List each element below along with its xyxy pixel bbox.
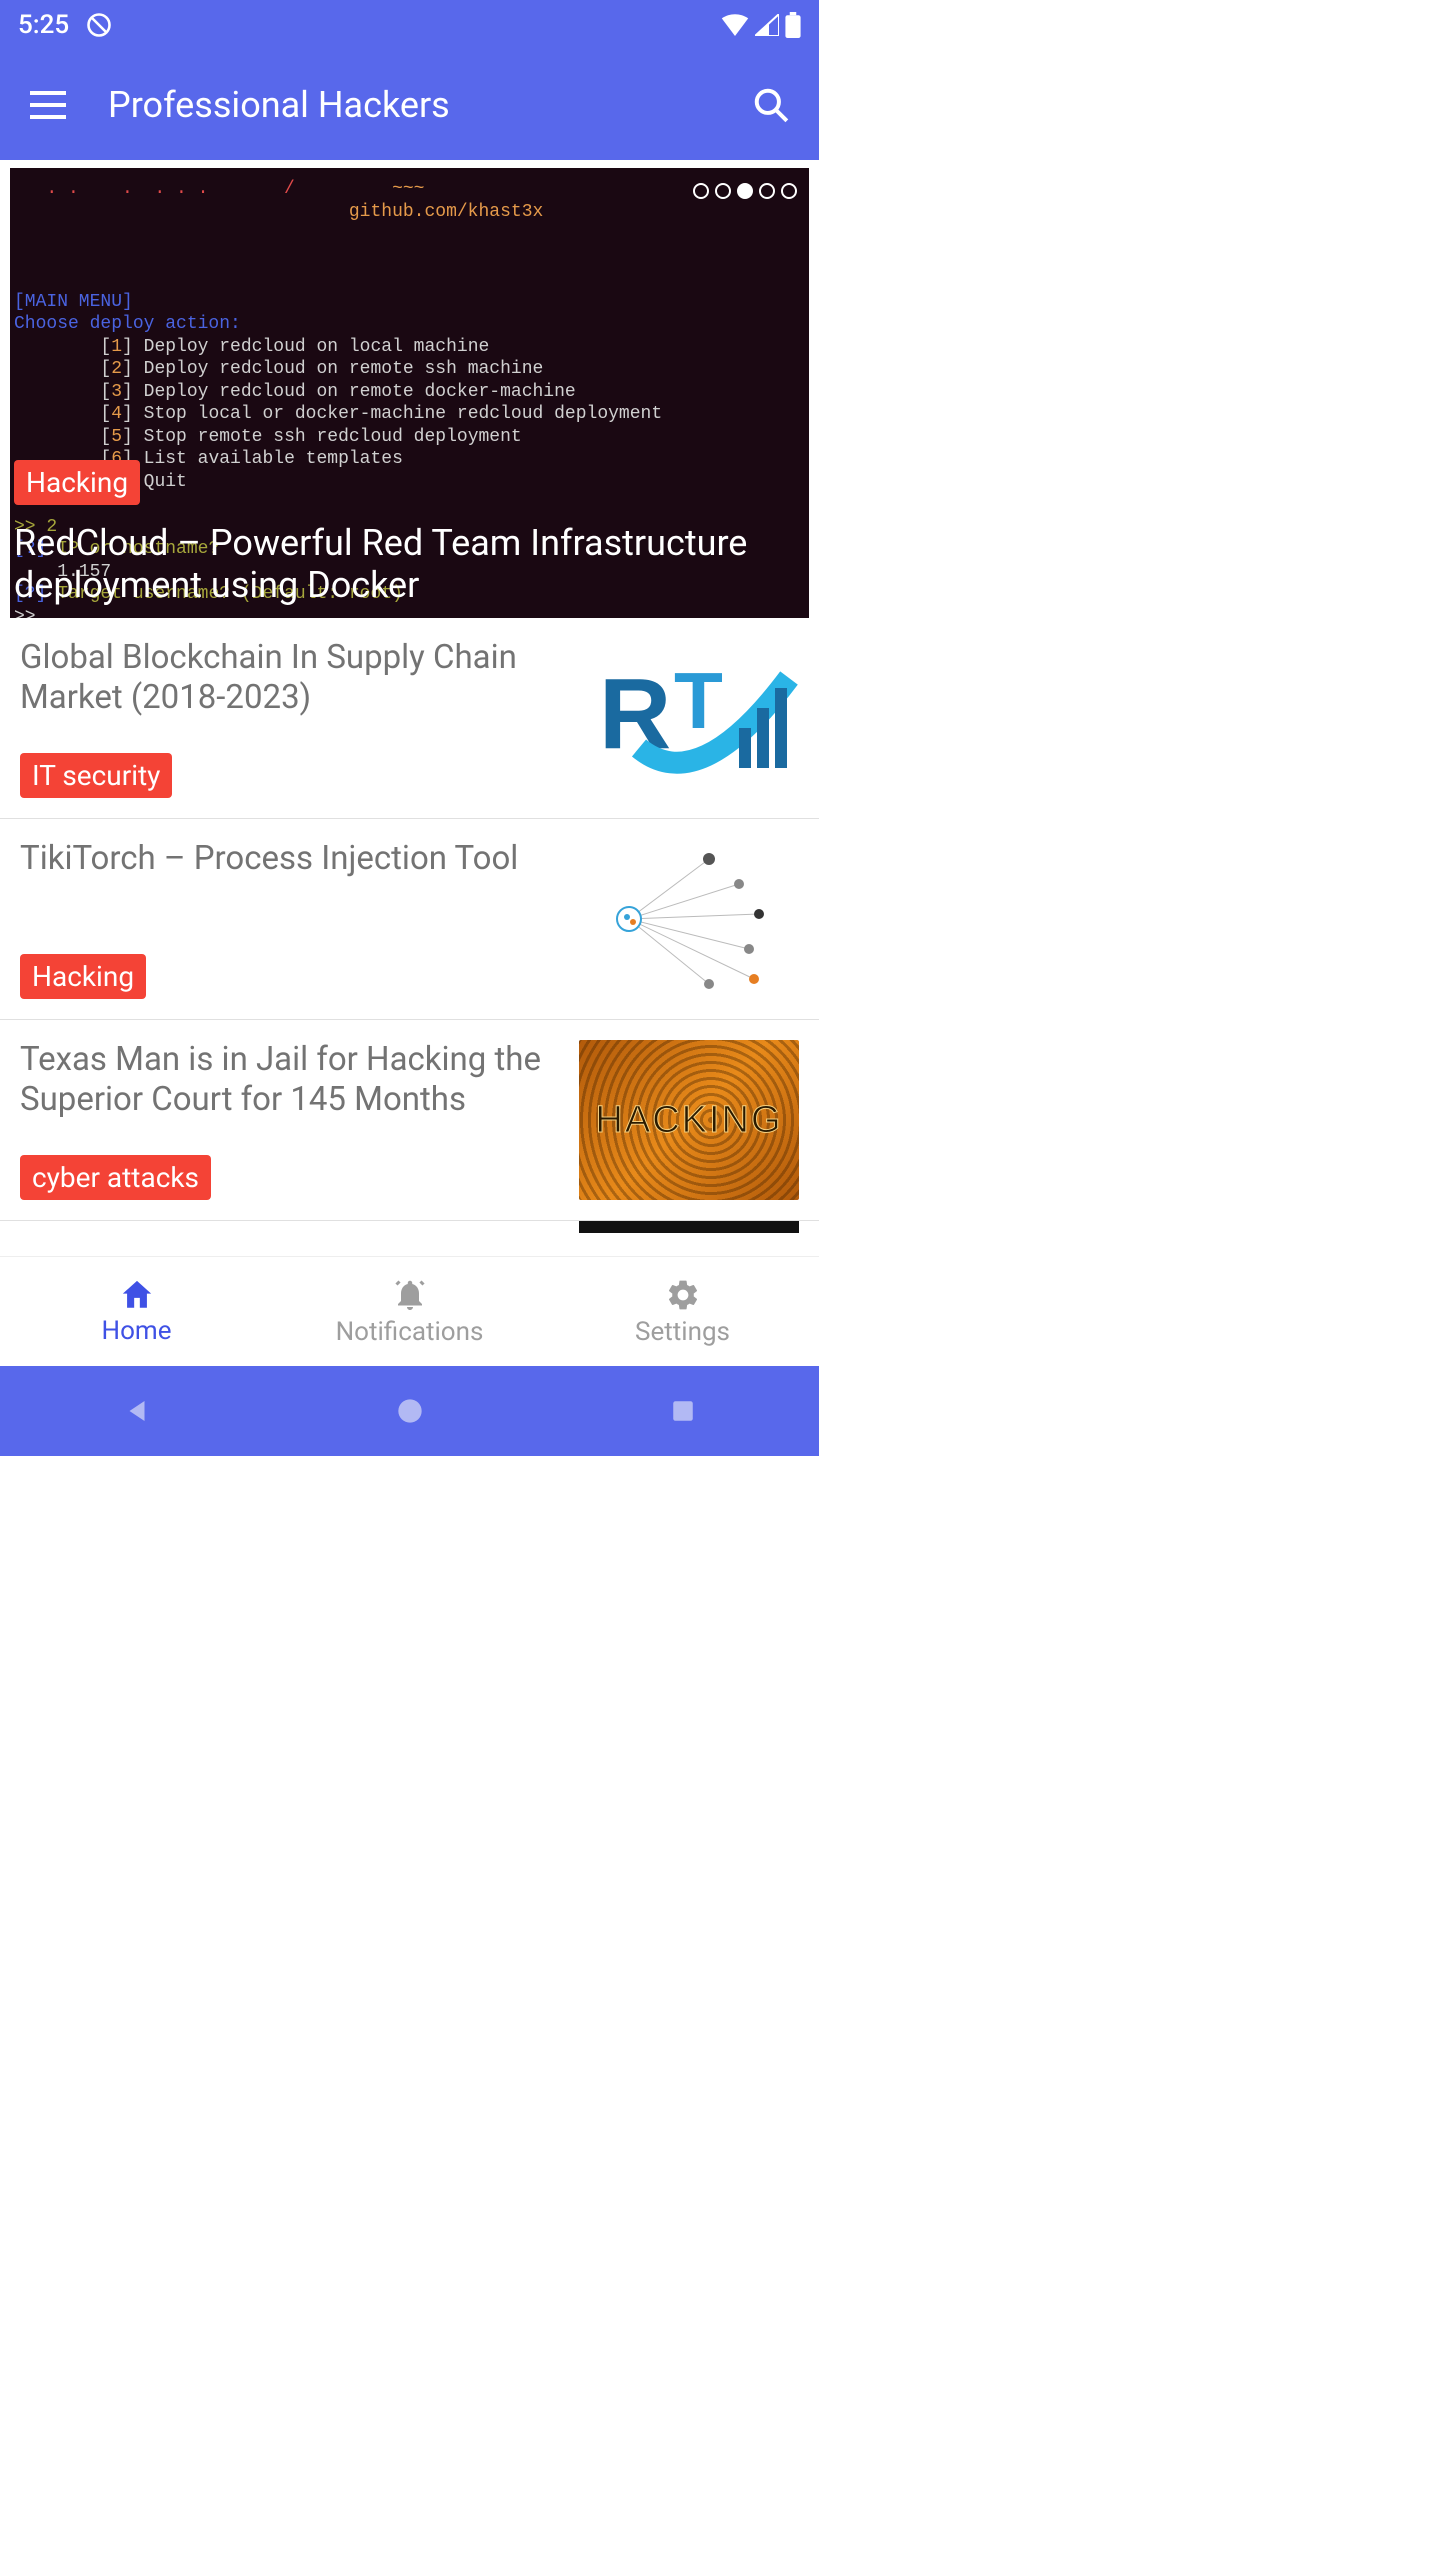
article-title: Texas Man is in Jail for Hacking the Sup… <box>20 1040 559 1119</box>
bell-icon <box>392 1277 428 1313</box>
tab-notifications[interactable]: Notifications <box>273 1257 546 1366</box>
tab-settings[interactable]: Settings <box>546 1257 819 1366</box>
article-thumbnail: R T <box>579 638 799 798</box>
system-navbar <box>0 1366 819 1456</box>
tab-home[interactable]: Home <box>0 1257 273 1366</box>
bottom-tabs: Home Notifications Settings <box>0 1256 819 1366</box>
article-title: Global Blockchain In Supply Chain Market… <box>20 638 559 717</box>
carousel-dot[interactable] <box>715 183 731 199</box>
article-item[interactable]: Texas Man is in Jail for Hacking the Sup… <box>0 1020 819 1221</box>
article-item[interactable]: TikiTorch – Process Injection Tool Hacki… <box>0 819 819 1020</box>
nav-recent[interactable] <box>653 1381 713 1441</box>
tab-label: Notifications <box>336 1317 484 1347</box>
category-tag[interactable]: cyber attacks <box>20 1155 211 1200</box>
carousel-indicators[interactable] <box>693 183 797 199</box>
home-icon <box>119 1278 155 1312</box>
featured-title: RedCloud – Powerful Red Team Infrastruct… <box>14 523 799 606</box>
search-button[interactable] <box>741 75 801 135</box>
carousel-dot[interactable] <box>693 183 709 199</box>
nav-back[interactable] <box>107 1381 167 1441</box>
battery-icon <box>785 12 801 38</box>
carousel-dot[interactable] <box>759 183 775 199</box>
tab-label: Home <box>102 1316 172 1346</box>
app-title: Professional Hackers <box>108 84 450 126</box>
square-icon <box>670 1398 696 1424</box>
status-bar: 5:25 <box>0 0 819 50</box>
menu-button[interactable] <box>18 75 78 135</box>
article-thumbnail <box>579 1221 799 1233</box>
nav-home[interactable] <box>380 1381 440 1441</box>
category-tag[interactable]: Hacking <box>14 460 140 505</box>
carousel-dot[interactable] <box>781 183 797 199</box>
gear-icon <box>665 1277 701 1313</box>
category-tag[interactable]: Hacking <box>20 954 146 999</box>
article-thumbnail: HACKING <box>579 1040 799 1200</box>
wifi-icon <box>721 14 749 36</box>
tab-label: Settings <box>635 1317 730 1347</box>
article-list: Global Blockchain In Supply Chain Market… <box>0 618 819 1256</box>
hamburger-icon <box>30 91 66 119</box>
featured-article[interactable]: . . . . . . / ~~~ github.com/khast3x [MA… <box>10 168 809 618</box>
carousel-dot[interactable] <box>737 183 753 199</box>
category-tag[interactable]: IT security <box>20 753 172 798</box>
article-thumbnail <box>579 839 799 999</box>
article-title: TikiTorch – Process Injection Tool <box>20 839 559 879</box>
signal-icon <box>755 14 779 36</box>
article-item[interactable]: Global Blockchain In Supply Chain Market… <box>0 618 819 819</box>
search-icon <box>752 86 790 124</box>
circle-icon <box>396 1397 424 1425</box>
status-time: 5:25 <box>18 10 69 40</box>
app-bar: Professional Hackers <box>0 50 819 160</box>
svg-text:T: T <box>674 656 723 745</box>
do-not-disturb-icon <box>85 11 113 39</box>
back-icon <box>122 1396 152 1426</box>
